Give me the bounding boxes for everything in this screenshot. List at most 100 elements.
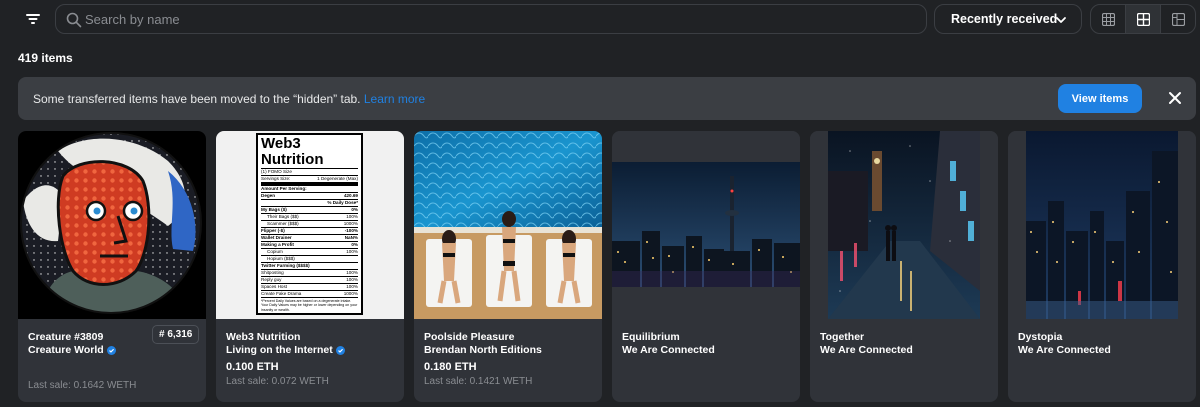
nft-name: Dystopia — [1018, 331, 1063, 343]
view-compact-button[interactable] — [1160, 5, 1195, 33]
nutrition-row: Create Fake Drama 1000% — [261, 291, 358, 298]
nutrition-text: Twitter Farming ($$$$) — [261, 263, 310, 268]
nutrition-title: Web3 Nutrition — [261, 136, 358, 169]
nutrition-label: Web3 Nutrition (1) FOMO Size Servings Si… — [256, 133, 363, 315]
view-large-grid-button[interactable] — [1125, 5, 1160, 33]
verified-icon — [106, 345, 116, 355]
nft-name: Equilibrium — [622, 331, 680, 343]
rarity-badge[interactable]: # 6,316 — [152, 325, 200, 344]
collection-label: Living on the Internet — [226, 344, 333, 356]
nutrition-row: Flipper (-$) -100% — [261, 228, 358, 235]
nutrition-row: Their Bags ($$) 100% — [261, 214, 358, 221]
nutrition-row: Copium 100% — [261, 249, 358, 256]
search-box — [55, 4, 927, 34]
filter-icon — [26, 14, 40, 24]
collection-name: We Are Connected — [1018, 344, 1111, 356]
grid-small-icon — [1101, 12, 1115, 26]
nft-card[interactable]: Together We Are Connected — [810, 131, 998, 402]
collection-name: Creature World — [28, 344, 116, 356]
nutrition-row: Degen 420.69 — [261, 193, 358, 200]
nft-price: 0.100 ETH — [226, 361, 279, 373]
collection-label: Creature World — [28, 344, 104, 356]
nutrition-text: Wallet Drainer — [261, 235, 292, 240]
nutrition-text: Scammer ($$$) — [267, 221, 299, 226]
search-icon — [66, 12, 82, 28]
nutrition-value: 0% — [351, 207, 358, 212]
nft-name: Together — [820, 331, 865, 343]
nutrition-text: (1) FOMO Size — [261, 169, 292, 174]
nutrition-text: % Daily Dose* — [327, 200, 358, 205]
items-count: 419 items — [18, 51, 73, 65]
nutrition-row: Wallet Drainer NaN% — [261, 235, 358, 242]
nutrition-value: 1000% — [343, 221, 358, 226]
nft-image — [810, 131, 998, 319]
search-input[interactable] — [85, 5, 915, 33]
nutrition-text: Making a Profit — [261, 242, 294, 247]
nft-card[interactable]: Equilibrium We Are Connected — [612, 131, 800, 402]
nft-image — [414, 131, 602, 319]
hidden-items-banner: Some transferred items have been moved t… — [18, 77, 1196, 120]
nutrition-row: Spaces Host 100% — [261, 284, 358, 291]
nutrition-text: Amount Per Serving: — [261, 186, 307, 191]
card-info: Creature #3809 # 6,316 Creature World La… — [18, 319, 206, 402]
nutrition-text: Copium — [267, 249, 283, 254]
nutrition-text: Shitposting — [261, 270, 284, 275]
nft-card[interactable]: Web3 Nutrition (1) FOMO Size Servings Si… — [216, 131, 404, 402]
nutrition-text: My Bags ($) — [261, 207, 287, 212]
nutrition-value: 100% — [346, 284, 358, 289]
last-sale: Last sale: 0.1642 WETH — [28, 380, 137, 391]
nutrition-row: Reply guy 100% — [261, 277, 358, 284]
nutrition-value: 1000% — [343, 291, 358, 296]
sort-dropdown[interactable]: Recently received — [934, 4, 1082, 34]
nft-card[interactable]: Poolside Pleasure Brendan North Editions… — [414, 131, 602, 402]
nft-name: Poolside Pleasure — [424, 331, 515, 343]
nft-name: Web3 Nutrition — [226, 331, 301, 343]
banner-text: Some transferred items have been moved t… — [33, 92, 364, 106]
nutrition-row: % Daily Dose* — [261, 200, 358, 207]
nutrition-row: Shitposting 100% — [261, 270, 358, 277]
nft-card[interactable]: Creature #3809 # 6,316 Creature World La… — [18, 131, 206, 402]
card-info: Poolside Pleasure Brendan North Editions… — [414, 319, 602, 402]
nutrition-text: 1 Degenerate (Max) — [317, 176, 358, 181]
sort-label: Recently received — [951, 12, 1058, 26]
nft-card[interactable]: Dystopia We Are Connected — [1008, 131, 1196, 402]
collection-label: We Are Connected — [820, 344, 913, 356]
nft-price: 0.180 ETH — [424, 361, 477, 373]
view-toggle — [1090, 4, 1196, 34]
nutrition-value: NaN% — [344, 235, 358, 240]
nutrition-value: -100% — [344, 228, 358, 233]
nutrition-row: Servings Size: 1 Degenerate (Max) — [261, 176, 358, 183]
nutrition-row: My Bags ($) 0% — [261, 207, 358, 214]
card-info: Dystopia We Are Connected — [1008, 319, 1196, 402]
nutrition-text: 420.69 — [343, 193, 358, 198]
grid-compact-icon — [1171, 12, 1185, 26]
grid-large-icon — [1136, 12, 1150, 26]
nutrition-row: (1) FOMO Size — [261, 169, 358, 176]
collection-name: We Are Connected — [820, 344, 913, 356]
filter-button[interactable] — [18, 6, 48, 32]
view-items-button[interactable]: View items — [1058, 84, 1142, 113]
collection-label: Brendan North Editions — [424, 344, 542, 356]
nutrition-text: Servings Size: — [261, 176, 291, 181]
nutrition-value: 0% — [351, 242, 358, 247]
nft-image — [1008, 131, 1196, 319]
nft-image — [18, 131, 206, 319]
nutrition-row: Making a Profit 0% — [261, 242, 358, 249]
nft-image: Web3 Nutrition (1) FOMO Size Servings Si… — [216, 131, 404, 319]
last-sale: Last sale: 0.072 WETH — [226, 376, 329, 387]
nft-name: Creature #3809 — [28, 331, 104, 343]
nutrition-text: Degen — [261, 193, 276, 198]
collection-label: We Are Connected — [622, 344, 715, 356]
nft-image — [612, 131, 800, 319]
collection-name: Living on the Internet — [226, 344, 345, 356]
toolbar: Recently received — [0, 0, 1200, 38]
collection-name: We Are Connected — [622, 344, 715, 356]
banner-message: Some transferred items have been moved t… — [33, 92, 425, 106]
view-small-grid-button[interactable] — [1091, 5, 1125, 33]
verified-icon — [335, 345, 345, 355]
learn-more-link[interactable]: Learn more — [364, 92, 425, 106]
nutrition-text: Flipper (-$) — [261, 228, 285, 233]
card-info: Together We Are Connected — [810, 319, 998, 402]
nutrition-value: 100% — [346, 214, 358, 219]
close-icon[interactable] — [1168, 91, 1182, 105]
